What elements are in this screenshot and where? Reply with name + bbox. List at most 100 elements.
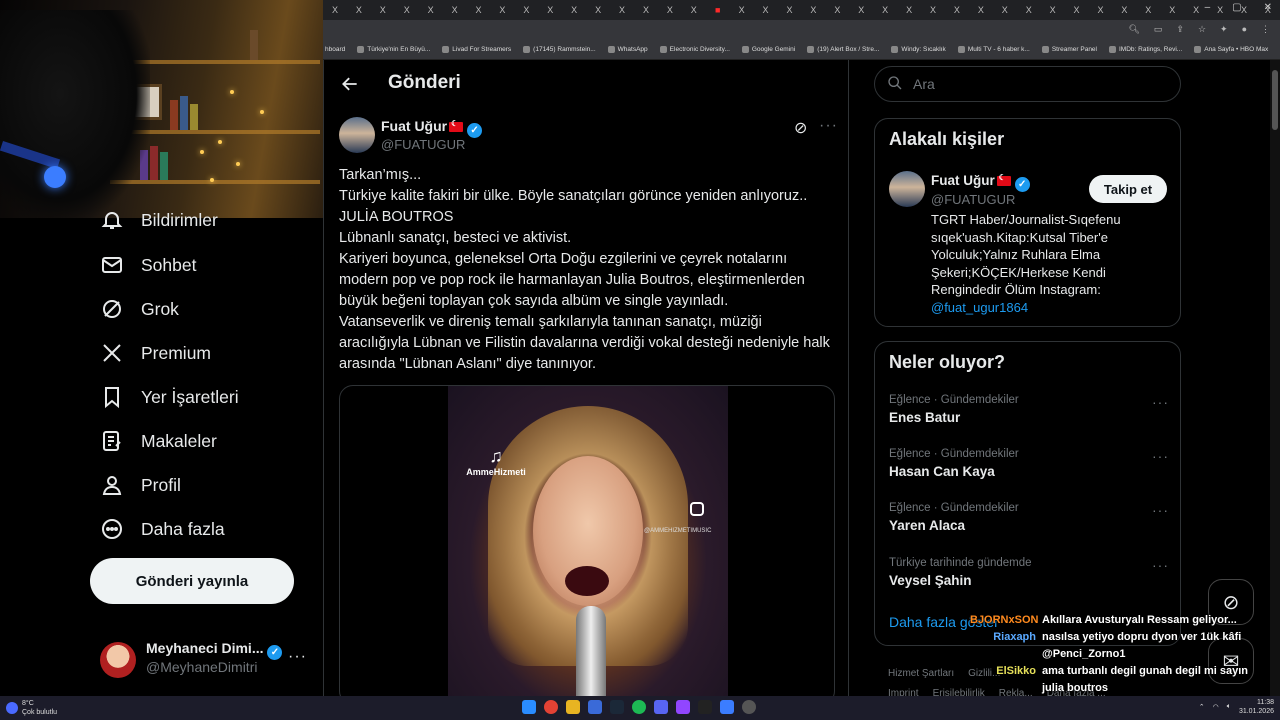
nav-item-yer-i-aretleri[interactable]: Yer İşaretleri <box>100 382 239 412</box>
scrollbar-thumb[interactable] <box>1272 70 1278 130</box>
folder-icon[interactable] <box>566 700 580 714</box>
app-icon[interactable] <box>698 700 712 714</box>
browser-tab[interactable]: ■ <box>706 2 730 18</box>
zoom-icon[interactable]: 🔍︎ <box>1128 24 1139 35</box>
cast-icon[interactable]: ▭ <box>1154 24 1163 35</box>
app-icon[interactable] <box>720 700 734 714</box>
browser-tab[interactable]: X <box>1160 2 1184 18</box>
browser-tab[interactable]: X <box>1065 2 1089 18</box>
bio-link[interactable]: @fuat_ugur1864 <box>931 300 1028 315</box>
menu-icon[interactable]: ⋮ <box>1261 24 1270 35</box>
browser-tab[interactable]: X <box>1017 2 1041 18</box>
author-avatar[interactable] <box>339 117 375 153</box>
browser-tab[interactable]: X <box>1136 2 1160 18</box>
browser-tab[interactable]: X <box>514 2 538 18</box>
profile-icon[interactable]: ● <box>1242 24 1247 35</box>
post-button[interactable]: Gönderi yayınla <box>90 558 294 604</box>
footer-link[interactable]: Hizmet Şartları <box>888 668 954 679</box>
volume-icon[interactable]: 🔈︎ <box>1227 703 1231 711</box>
grok-icon[interactable]: ⊘ <box>794 118 807 138</box>
related-name[interactable]: Fuat Uğur✓ <box>931 173 1030 192</box>
browser-tab[interactable]: X <box>419 2 443 18</box>
account-switcher[interactable]: Meyhaneci Dimi... ✓ @MeyhaneDimitri ··· <box>100 640 310 680</box>
app-icon[interactable] <box>588 700 602 714</box>
browser-tab[interactable]: X <box>610 2 634 18</box>
extensions-icon[interactable]: ✦ <box>1220 24 1228 35</box>
author-handle[interactable]: @FUATUGUR <box>381 137 465 152</box>
search-input[interactable]: Ara <box>874 66 1181 102</box>
trend-item[interactable]: Eğlence · Gündemdekiler Enes Batur ··· <box>889 394 1169 425</box>
obs-icon[interactable] <box>742 700 756 714</box>
browser-tab[interactable]: X <box>443 2 467 18</box>
follow-button[interactable]: Takip et <box>1089 175 1167 203</box>
trend-more-icon[interactable]: ··· <box>1152 394 1169 410</box>
account-more-icon[interactable]: ··· <box>288 648 307 666</box>
spotify-icon[interactable] <box>632 700 646 714</box>
browser-tab[interactable]: X <box>1112 2 1136 18</box>
trend-more-icon[interactable]: ··· <box>1152 557 1169 573</box>
bookmark-item[interactable]: Google Gemini <box>741 46 795 53</box>
page-scrollbar[interactable] <box>1270 60 1280 696</box>
post-more-icon[interactable]: ··· <box>819 117 838 135</box>
bookmark-item[interactable]: Electronic Diversity... <box>659 46 730 53</box>
weather-widget[interactable]: 8°C Çok bulutlu <box>6 699 57 717</box>
browser-tab[interactable]: X <box>1041 2 1065 18</box>
browser-tab[interactable]: X <box>825 2 849 18</box>
author-name[interactable]: Fuat Uğur✓ <box>381 118 483 138</box>
browser-tab[interactable]: X <box>730 2 754 18</box>
nav-item-grok[interactable]: Grok <box>100 294 179 324</box>
trend-item[interactable]: Türkiye tarihinde gündemde Veysel Şahin ··… <box>889 557 1169 588</box>
discord-icon[interactable] <box>654 700 668 714</box>
share-icon[interactable]: ⇪ <box>1176 24 1184 35</box>
twitch-icon[interactable] <box>676 700 690 714</box>
clock[interactable]: 11:38 31.01.2026 <box>1239 698 1274 716</box>
start-icon[interactable] <box>522 700 536 714</box>
steam-icon[interactable] <box>610 700 624 714</box>
bookmark-item[interactable]: Streamer Panel <box>1041 46 1097 53</box>
bookmark-item[interactable]: Livad For Streamers <box>442 46 511 53</box>
video-frame[interactable]: ♫ AmmeHizmeti @AMMEHIZMETIMUSIC <box>448 386 728 696</box>
minimize-icon[interactable]: – <box>1205 2 1211 13</box>
nav-item-daha-fazla[interactable]: Daha fazla <box>100 514 225 544</box>
related-handle[interactable]: @FUATUGUR <box>931 192 1015 207</box>
browser-tab[interactable]: X <box>754 2 778 18</box>
browser-tab[interactable]: X <box>849 2 873 18</box>
browser-tab[interactable]: X <box>969 2 993 18</box>
nav-item-premium[interactable]: Premium <box>100 338 211 368</box>
browser-tab[interactable]: X <box>490 2 514 18</box>
browser-tab[interactable]: X <box>993 2 1017 18</box>
browser-tab[interactable]: X <box>467 2 491 18</box>
browser-tab[interactable]: X <box>634 2 658 18</box>
post-video[interactable]: ♫ AmmeHizmeti @AMMEHIZMETIMUSIC <box>339 385 835 696</box>
browser-tab[interactable]: X <box>778 2 802 18</box>
nav-item-makaleler[interactable]: Makaleler <box>100 426 217 456</box>
nav-item-profil[interactable]: Profil <box>100 470 181 500</box>
bookmark-item[interactable]: WhatsApp <box>607 46 648 53</box>
browser-tab[interactable]: X <box>538 2 562 18</box>
browser-tab[interactable]: X <box>921 2 945 18</box>
nav-item-sohbet[interactable]: Sohbet <box>100 250 196 280</box>
browser-tab[interactable]: X <box>658 2 682 18</box>
browser-tab[interactable]: X <box>371 2 395 18</box>
bookmark-item[interactable]: Türkiye'nin En Büyü... <box>357 46 430 53</box>
trend-more-icon[interactable]: ··· <box>1152 448 1169 464</box>
trend-item[interactable]: Eğlence · Gündemdekiler Yaren Alaca ··· <box>889 502 1169 533</box>
bookmark-item[interactable]: (19) Alert Box / Stre... <box>807 46 879 53</box>
bookmark-item[interactable]: hboard <box>325 46 345 53</box>
trend-item[interactable]: Eğlence · Gündemdekiler Hasan Can Kaya ··· <box>889 448 1169 479</box>
browser-tab[interactable]: X <box>323 2 347 18</box>
browser-tab[interactable]: X <box>1089 2 1113 18</box>
browser-tab[interactable]: X <box>682 2 706 18</box>
browser-tab[interactable]: X <box>586 2 610 18</box>
avatar[interactable] <box>100 642 136 678</box>
chevron-up-icon[interactable]: ⌃ <box>1199 703 1205 711</box>
bookmark-item[interactable]: Ana Sayfa • HBO Max <box>1194 46 1268 53</box>
browser-tab[interactable]: X <box>395 2 419 18</box>
bookmark-item[interactable]: IMDb: Ratings, Revi... <box>1109 46 1182 53</box>
browser-tab[interactable]: X <box>897 2 921 18</box>
related-avatar[interactable] <box>889 171 925 207</box>
bookmark-item[interactable]: Windy: Sıcaklık <box>891 46 946 53</box>
trend-more-icon[interactable]: ··· <box>1152 502 1169 518</box>
nav-item-bildirimler[interactable]: Bildirimler <box>100 205 218 235</box>
close-icon[interactable]: ✕ <box>1264 2 1272 13</box>
